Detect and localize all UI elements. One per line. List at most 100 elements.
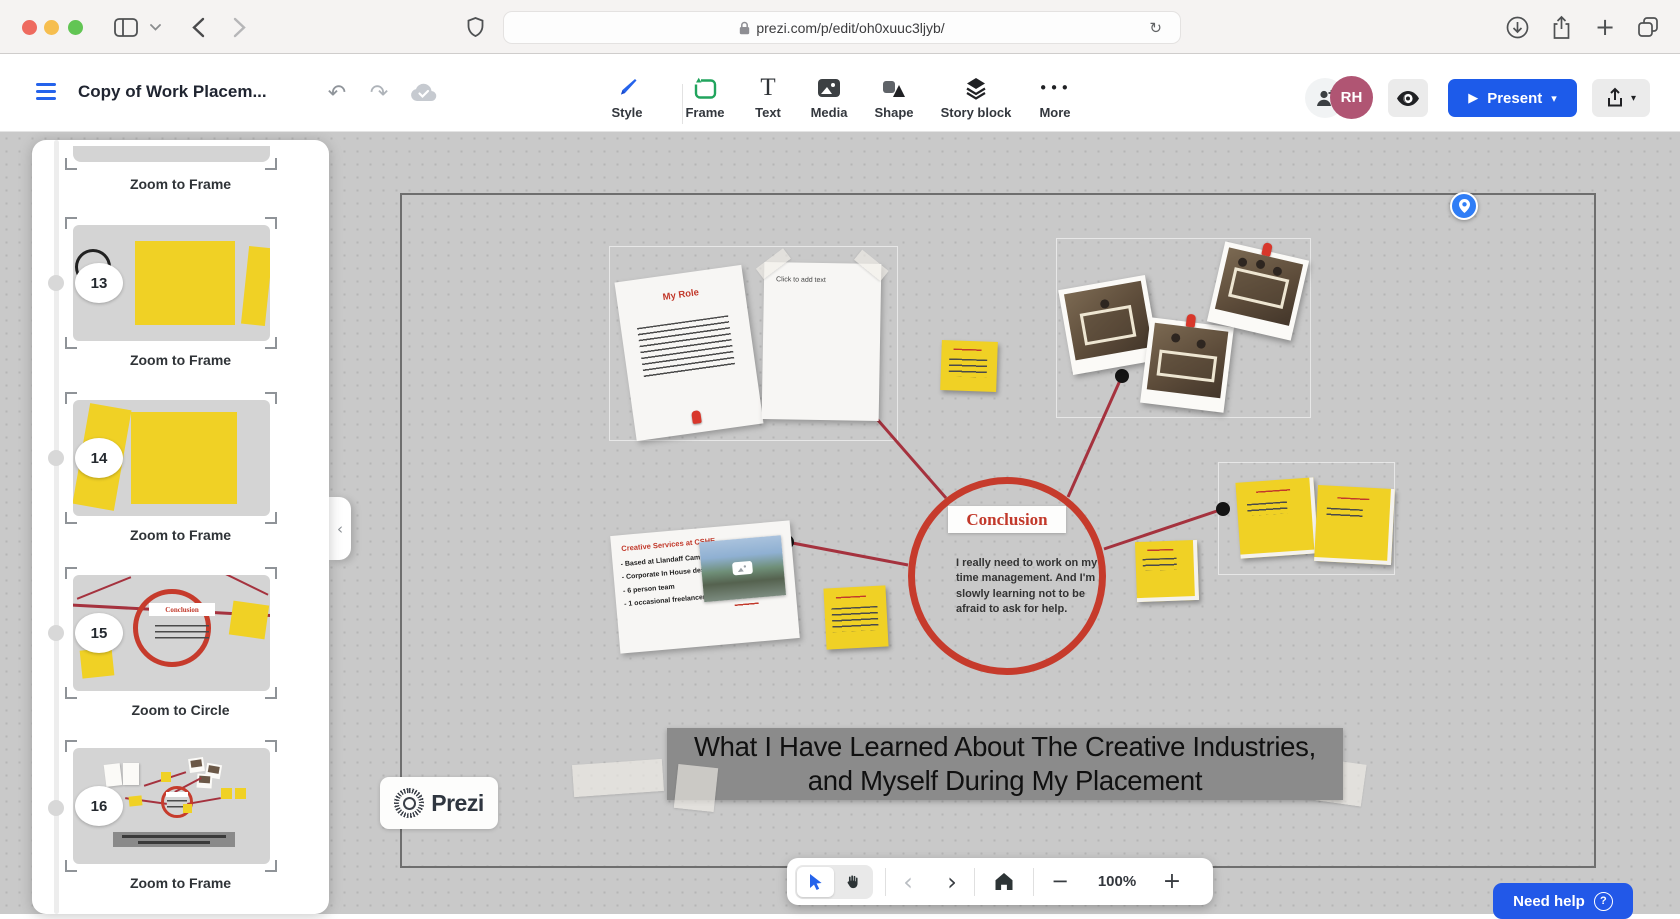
creative-services-card[interactable]: Creative Services at CSHE - Based at Lla… (610, 520, 800, 653)
browser-chrome: prezi.com/p/edit/oh0xuuc3ljyb/ ↻ + (0, 0, 1680, 54)
window-minimize-button[interactable] (44, 20, 59, 35)
export-caret-icon: ▾ (1631, 93, 1636, 104)
conclusion-body-text[interactable]: I really need to work on my time managem… (956, 556, 1108, 618)
present-button[interactable]: ▶ Present ▾ (1448, 79, 1577, 117)
sidebar-toggle-icon[interactable] (112, 16, 140, 38)
slide-number: 16 (75, 786, 123, 826)
style-brush-icon (616, 76, 638, 100)
tool-story-block[interactable]: Story block (933, 76, 1019, 120)
tool-more[interactable]: ••• More (1032, 76, 1078, 120)
window-zoom-button[interactable] (68, 20, 83, 35)
browser-back-icon[interactable] (188, 15, 208, 39)
export-icon (1606, 87, 1624, 109)
photo-graduates (1147, 323, 1229, 399)
tape-piece (674, 764, 718, 812)
map-pin-icon[interactable] (1450, 192, 1478, 220)
new-tab-icon[interactable]: + (1592, 13, 1618, 41)
url-text: prezi.com/p/edit/oh0xuuc3ljyb/ (756, 20, 944, 36)
sticky-note[interactable] (1135, 540, 1199, 602)
user-avatar[interactable]: RH (1330, 76, 1373, 119)
export-share-button[interactable]: ▾ (1592, 79, 1650, 117)
timeline-dot[interactable] (48, 625, 64, 641)
slide-label: Zoom to Frame (32, 352, 329, 368)
help-question-icon: ? (1594, 892, 1613, 911)
window-close-button[interactable] (22, 20, 37, 35)
prezi-toolbar: Copy of Work Placem... ↶ ↷ Style Frame T… (0, 54, 1680, 132)
banner-line-1: What I Have Learned About The Creative I… (667, 730, 1343, 764)
photo-person (1064, 281, 1152, 361)
connector-dot[interactable] (1115, 369, 1129, 383)
main-menu-icon[interactable] (36, 83, 56, 100)
banner-line-2: and Myself During My Placement (667, 764, 1343, 798)
home-icon (994, 872, 1014, 891)
slide-label: Zoom to Frame (32, 176, 329, 192)
lock-icon (739, 21, 750, 35)
photo-caption-text (735, 602, 759, 608)
slide-number: 13 (75, 263, 123, 303)
tape-piece (572, 759, 664, 797)
tab-overview-icon[interactable] (1634, 14, 1662, 40)
timeline-dot[interactable] (48, 800, 64, 816)
blank-paper[interactable]: Click to add text (762, 262, 882, 421)
cursor-icon (808, 873, 823, 891)
present-caret-icon: ▾ (1551, 92, 1557, 105)
slide-label: Zoom to Circle (32, 702, 329, 718)
zoom-in-button[interactable]: + (1148, 871, 1196, 893)
undo-icon[interactable]: ↶ (324, 80, 350, 106)
sticky-note[interactable] (823, 585, 888, 649)
timeline-dot[interactable] (48, 275, 64, 291)
zoom-level: 100% (1086, 873, 1148, 890)
pan-hand-button[interactable] (834, 867, 871, 897)
downloads-icon[interactable] (1504, 14, 1530, 40)
sticky-note[interactable] (940, 340, 998, 392)
media-icon (817, 76, 841, 100)
share-icon[interactable] (1548, 13, 1574, 41)
card-photo-mountains (699, 535, 786, 602)
image-placeholder-icon (732, 561, 753, 576)
tool-style[interactable]: Style (603, 76, 651, 120)
eye-icon (1396, 90, 1420, 107)
text-icon: T (760, 76, 775, 100)
tool-media[interactable]: Media (804, 76, 854, 120)
slide-thumbnail-partial[interactable] (73, 146, 270, 162)
url-bar[interactable]: prezi.com/p/edit/oh0xuuc3ljyb/ ↻ (503, 11, 1181, 44)
prezi-wordmark: Prezi (431, 790, 483, 817)
shape-icon (882, 76, 906, 100)
my-role-paper[interactable]: My Role (614, 265, 763, 441)
hand-icon (844, 873, 861, 891)
privacy-shield-icon[interactable] (464, 15, 486, 40)
play-icon: ▶ (1468, 91, 1478, 106)
tool-text[interactable]: T Text (746, 76, 790, 120)
cloud-saved-icon (408, 80, 438, 106)
connector-dot[interactable] (1216, 502, 1230, 516)
polaroid-photo-2[interactable] (1140, 317, 1234, 413)
title-banner[interactable]: What I Have Learned About The Creative I… (667, 728, 1343, 800)
timeline-dot[interactable] (48, 450, 64, 466)
story-block-icon (964, 76, 988, 100)
canvas-nav-toolbar: ‹ › − 100% + (787, 858, 1213, 905)
sticky-note[interactable] (1314, 485, 1395, 565)
frame-icon (694, 76, 717, 100)
slide-label: Zoom to Frame (32, 875, 329, 891)
select-cursor-button[interactable] (797, 867, 834, 897)
photo-group (1215, 247, 1303, 325)
tool-shape[interactable]: Shape (868, 76, 920, 120)
reload-icon[interactable]: ↻ (1149, 19, 1162, 37)
document-title[interactable]: Copy of Work Placem... (78, 82, 267, 102)
next-slide-button[interactable]: › (930, 870, 974, 894)
my-role-title: My Role (617, 281, 745, 310)
slides-sidebar: Zoom to Frame 13 Zoom to Frame 14 Zoom t… (32, 140, 329, 914)
redo-icon[interactable]: ↷ (366, 80, 392, 106)
zoom-out-button[interactable]: − (1034, 871, 1086, 892)
sidebar-collapse-button[interactable]: ‹ (329, 497, 351, 560)
pointer-mode-toggle (795, 865, 873, 899)
home-view-button[interactable] (975, 872, 1033, 891)
preview-eye-button[interactable] (1388, 79, 1428, 117)
sidebar-chevron-down-icon[interactable] (148, 21, 162, 33)
sticky-note[interactable] (1235, 477, 1318, 558)
tool-frame[interactable]: Frame (679, 76, 731, 120)
prev-slide-button[interactable]: ‹ (886, 870, 930, 894)
red-pin-icon (1186, 314, 1197, 328)
browser-forward-icon[interactable] (229, 15, 249, 39)
conclusion-title-box[interactable]: Conclusion (948, 506, 1066, 533)
